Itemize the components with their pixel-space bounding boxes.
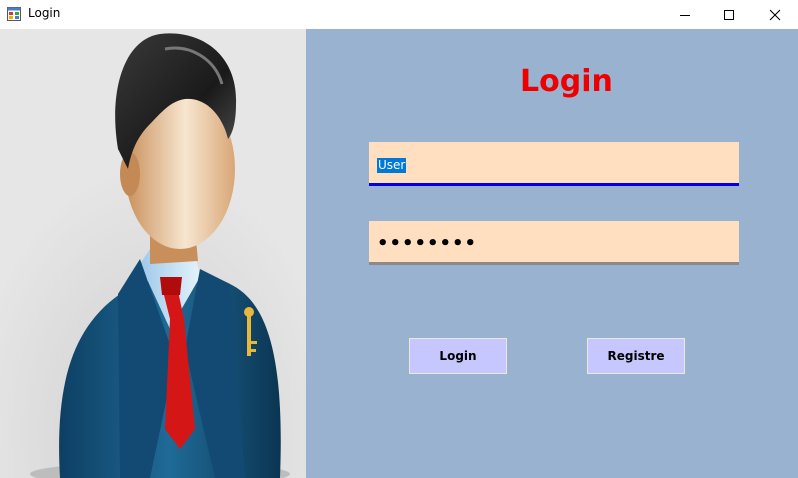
close-button[interactable] bbox=[752, 0, 798, 29]
form-heading: Login bbox=[520, 64, 613, 99]
username-value: User bbox=[377, 158, 407, 173]
form-content: Login User •••••••• Login Registre bbox=[0, 29, 798, 478]
maximize-icon bbox=[724, 9, 734, 20]
app-form-icon bbox=[7, 7, 21, 21]
close-icon bbox=[769, 9, 781, 20]
user-picture-panel bbox=[0, 29, 306, 478]
login-form-panel: Login User •••••••• Login Registre bbox=[306, 29, 798, 478]
maximize-button[interactable] bbox=[706, 0, 752, 29]
username-input[interactable]: User bbox=[369, 142, 739, 186]
password-input[interactable]: •••••••• bbox=[369, 221, 739, 265]
window-title: Login bbox=[28, 6, 61, 20]
businessman-avatar-icon bbox=[0, 29, 306, 478]
minimize-icon bbox=[680, 14, 690, 16]
login-window: Login Login User •••••••• Login Registre bbox=[0, 0, 798, 478]
register-button[interactable]: Registre bbox=[587, 338, 685, 374]
minimize-button[interactable] bbox=[662, 0, 708, 29]
login-button[interactable]: Login bbox=[409, 338, 507, 374]
password-value: •••••••• bbox=[377, 233, 478, 254]
title-bar[interactable]: Login bbox=[0, 0, 798, 29]
